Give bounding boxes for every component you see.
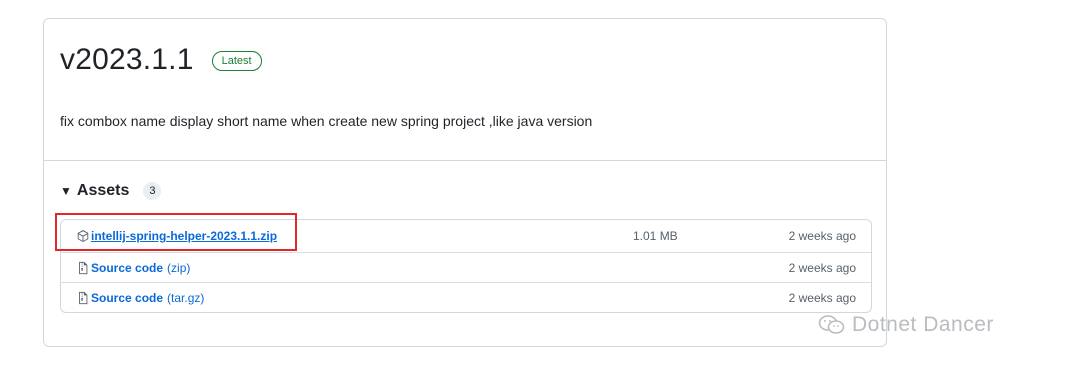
asset-ext[interactable]: (zip): [167, 261, 190, 275]
asset-date: 2 weeks ago: [788, 229, 856, 243]
file-zip-icon: [76, 261, 90, 275]
watermark-text: Dotnet Dancer: [852, 313, 994, 336]
release-header: v2023.1.1 Latest: [60, 43, 262, 77]
asset-ext[interactable]: (tar.gz): [167, 291, 204, 305]
asset-link[interactable]: Source code: [91, 261, 163, 275]
release-card: v2023.1.1 Latest fix combox name display…: [43, 18, 887, 347]
assets-count-badge: 3: [143, 182, 162, 200]
watermark: Dotnet Dancer: [818, 313, 994, 337]
latest-badge: Latest: [211, 51, 262, 71]
wechat-icon: [818, 315, 845, 334]
asset-link[interactable]: Source code: [91, 291, 163, 305]
release-notes: fix combox name display short name when …: [60, 113, 593, 129]
asset-date: 2 weeks ago: [788, 260, 856, 275]
caret-down-icon: ▼: [60, 184, 72, 198]
assets-toggle[interactable]: ▼ Assets 3: [60, 182, 162, 200]
asset-row: Source code (zip) 2 weeks ago: [61, 252, 871, 282]
highlight-annotation-box: [55, 213, 297, 251]
assets-title: Assets: [76, 182, 130, 199]
release-title[interactable]: v2023.1.1: [60, 43, 194, 77]
asset-size: 1.01 MB: [633, 229, 678, 243]
file-zip-icon: [76, 291, 90, 305]
asset-date: 2 weeks ago: [788, 290, 856, 305]
asset-row: Source code (tar.gz) 2 weeks ago: [61, 282, 871, 312]
divider: [44, 160, 886, 161]
